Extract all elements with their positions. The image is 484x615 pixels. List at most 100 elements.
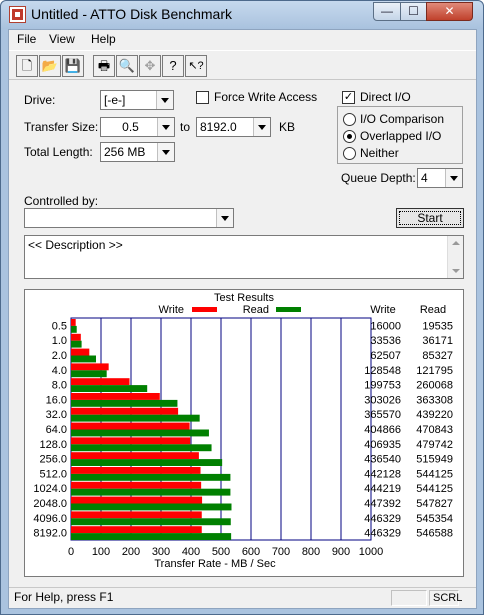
transfer-size-to-select[interactable]: 8192.0 [196,117,271,137]
scroll-down-icon[interactable] [452,269,460,273]
x-tick-label: 500 [212,546,230,558]
read-value: 470843 [416,424,453,436]
controlled-by-label: Controlled by: [24,194,99,208]
io-comparison-label: I/O Comparison [360,112,445,126]
direct-io-label: Direct I/O [360,90,411,104]
status-pane-1 [391,590,427,606]
write-bar [71,378,130,386]
menu-help[interactable]: Help [91,32,116,46]
read-bar [71,473,231,481]
results-title: Test Results [214,292,274,304]
total-length-value: 256 MB [104,145,146,159]
queue-depth-label: Queue Depth: [341,171,416,185]
write-bar [71,452,199,460]
save-icon[interactable]: 💾 [62,55,84,77]
category-label: 0.5 [52,320,67,332]
force-write-checkbox[interactable] [196,91,209,104]
x-tick-label: 800 [302,546,320,558]
read-value: 544125 [416,483,453,495]
controlled-by-select[interactable] [24,208,234,228]
chevron-down-icon[interactable] [216,209,233,227]
category-label: 4096.0 [33,513,67,525]
read-bar [71,459,223,466]
scroll-up-icon[interactable] [452,241,460,245]
write-bar [71,333,81,341]
read-value: 544125 [416,468,453,480]
print-icon[interactable]: 🖶 [93,55,115,77]
write-bar [71,348,90,356]
maximize-button[interactable]: ☐ [400,2,427,21]
read-bar [71,325,77,333]
x-axis-label: Transfer Rate - MB / Sec [154,558,276,570]
x-tick-label: 200 [122,546,140,558]
read-bar [71,355,96,363]
help-icon[interactable]: ? [162,55,184,77]
overlapped-io-label: Overlapped I/O [360,129,442,143]
read-value: 121795 [416,365,453,377]
direct-io-checkbox[interactable]: ✓ [342,91,355,104]
drive-label: Drive: [24,93,56,107]
write-value: 128548 [364,365,401,377]
print-preview-icon[interactable]: 🔍 [116,55,138,77]
start-button[interactable]: Start [396,208,464,228]
category-label: 8.0 [52,380,67,392]
total-length-select[interactable]: 256 MB [100,142,175,162]
toolbar: 🗋 📂 💾 🖶 🔍 ✥ ? ↖? [9,50,476,80]
read-value: 547827 [416,498,453,510]
atto-app-icon[interactable] [9,6,26,23]
chevron-down-icon[interactable] [157,118,174,136]
menu-view[interactable]: View [49,32,75,46]
close-button[interactable]: ✕ [426,2,473,21]
open-folder-icon[interactable]: 📂 [39,55,61,77]
category-label: 16.0 [46,394,67,406]
read-bar [71,385,148,392]
transfer-size-label: Transfer Size: [24,120,99,134]
chevron-down-icon[interactable] [156,91,173,109]
write-bar [71,481,202,489]
window-title: Untitled - ATTO Disk Benchmark [31,6,232,22]
legend-read-label: Read [243,304,269,316]
read-value: 515949 [416,454,453,466]
write-bar [71,511,202,519]
category-label: 8192.0 [33,528,67,540]
read-bar [71,340,82,348]
test-results-panel: Test Results Write Read Write Read 0 100 2… [24,289,464,577]
minimize-button[interactable]: — [373,2,401,21]
write-value: 446329 [364,513,401,525]
radio-overlapped-io[interactable] [343,130,356,143]
chevron-down-icon[interactable] [157,143,174,161]
write-value: 365570 [364,409,401,421]
category-label: 2.0 [52,350,67,362]
radio-io-comparison[interactable] [343,113,356,126]
write-bar [71,393,160,400]
description-field[interactable]: << Description >> [24,235,464,279]
status-help-text: For Help, press F1 [14,590,114,604]
chevron-down-icon[interactable] [445,169,462,187]
write-value: 404866 [364,424,401,436]
write-value: 33536 [370,335,401,347]
write-bar [71,467,201,474]
write-bar [71,496,203,504]
write-bar [71,526,202,534]
write-bar [71,363,109,371]
move-icon: ✥ [139,55,161,77]
read-bar [71,370,107,378]
write-bar [71,407,179,415]
read-value: 479742 [416,439,453,451]
read-bar [71,488,231,496]
context-help-icon[interactable]: ↖? [185,55,207,77]
radio-neither[interactable] [343,147,356,160]
resize-grip-icon[interactable] [460,590,474,606]
menu-file[interactable]: File [17,32,36,46]
transfer-size-from-select[interactable]: 0.5 [100,117,175,137]
queue-depth-select[interactable]: 4 [417,168,463,188]
description-scrollbar[interactable] [447,236,463,278]
read-value: 36171 [422,335,453,347]
x-tick-label: 900 [332,546,350,558]
new-document-icon[interactable]: 🗋 [16,55,38,77]
read-value: 260068 [416,380,453,392]
drive-select[interactable]: [-e-] [100,90,174,110]
chevron-down-icon[interactable] [253,118,270,136]
title-bar[interactable]: Untitled - ATTO Disk Benchmark — ☐ ✕ [1,1,483,29]
write-value: 62507 [370,350,401,362]
